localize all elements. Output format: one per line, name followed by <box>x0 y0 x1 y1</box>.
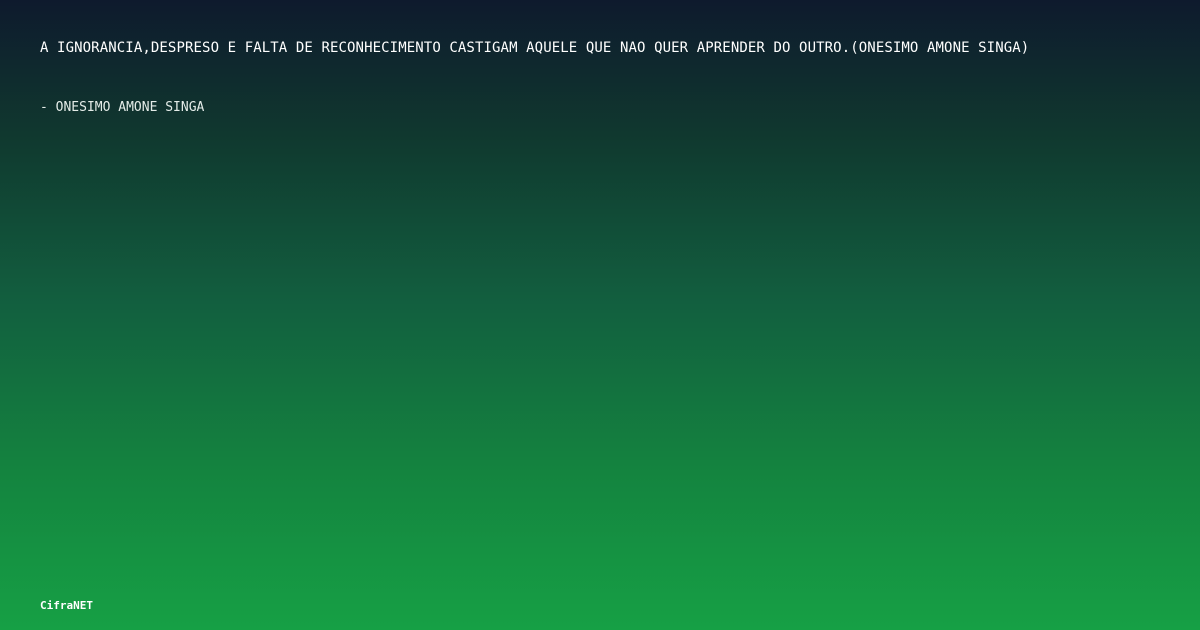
quote-text: A IGNORANCIA,DESPRESO E FALTA DE RECONHE… <box>40 40 1030 56</box>
brand-logo: CifraNET <box>40 599 93 612</box>
quote-author: - ONESIMO AMONE SINGA <box>40 100 205 115</box>
quote-card: A IGNORANCIA,DESPRESO E FALTA DE RECONHE… <box>0 0 1200 630</box>
